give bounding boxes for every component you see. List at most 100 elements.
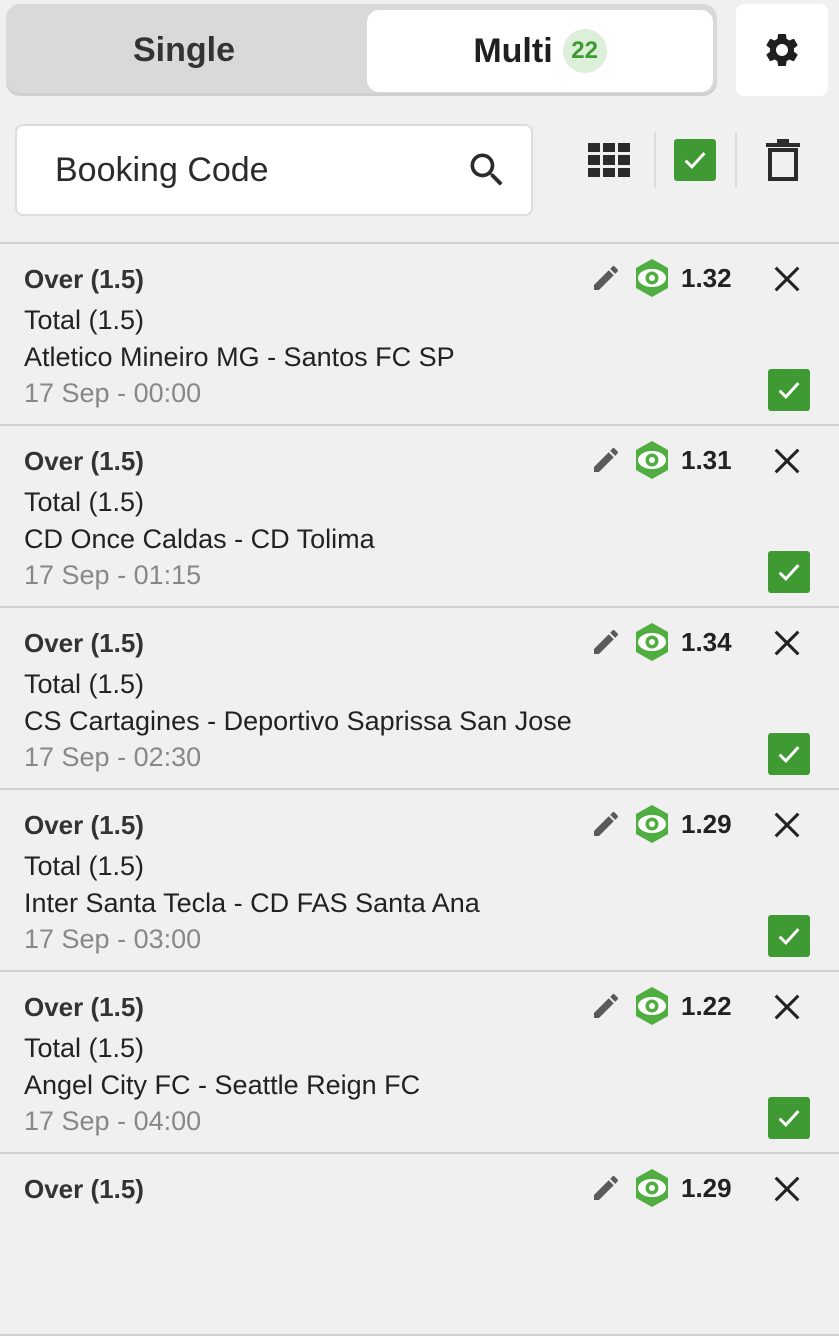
bet-match: CD Once Caldas - CD Tolima: [24, 524, 375, 554]
pencil-icon: [594, 447, 619, 472]
bet-time: 17 Sep - 02:30: [24, 742, 202, 772]
gear-icon: [766, 33, 798, 66]
pencil-icon: [594, 993, 619, 1018]
close-icon: [774, 266, 800, 292]
edit-button[interactable]: [590, 990, 622, 1027]
tab-single-label: Single: [132, 30, 236, 69]
close-icon: [774, 448, 800, 474]
bet-select-checkbox[interactable]: [768, 369, 810, 411]
tab-multi-label: Multi: [473, 31, 553, 70]
checkbox-checked-icon: [768, 551, 810, 593]
eye-icon: [636, 623, 668, 661]
remove-bet-button[interactable]: [770, 1172, 804, 1211]
bet-pick: Over (1.5): [24, 628, 144, 658]
tab-single[interactable]: Single: [6, 4, 362, 96]
betslip-header: Single Multi 22: [0, 0, 839, 240]
bet-odds: 1.29: [681, 1173, 732, 1203]
bet-pick: Over (1.5): [24, 446, 144, 476]
bet-row: Over (1.5) Total (1.5) CS Cartagines - D…: [0, 608, 839, 790]
live-view-button[interactable]: [632, 258, 672, 303]
checkbox-checked-icon: [768, 915, 810, 957]
delete-all-button[interactable]: [760, 130, 806, 190]
checkbox-checked-icon: [768, 369, 810, 411]
pencil-icon: [594, 629, 619, 654]
bet-odds: 1.22: [681, 991, 732, 1021]
bet-market: Total (1.5): [24, 669, 145, 699]
bet-match: CS Cartagines - Deportivo Saprissa San J…: [24, 706, 572, 736]
select-all-checkbox[interactable]: [673, 130, 717, 190]
search-button[interactable]: [465, 148, 509, 197]
bet-market: Total (1.5): [24, 487, 145, 517]
eye-icon: [636, 805, 668, 843]
betslip-type-toggle: Single Multi 22: [6, 4, 717, 96]
bet-market: Total (1.5): [24, 851, 145, 881]
checkbox-checked-icon: [768, 1097, 810, 1139]
close-icon: [774, 994, 800, 1020]
bet-row: Over (1.5) Total (1.5) Angel City FC - S…: [0, 972, 839, 1154]
bet-select-checkbox[interactable]: [768, 551, 810, 593]
bet-pick: Over (1.5): [24, 264, 144, 294]
grid-icon: [588, 143, 630, 177]
pencil-icon: [594, 1175, 619, 1200]
checkbox-checked-icon: [674, 139, 716, 181]
bet-row: Over (1.5) Total (1.5) Atletico Mineiro …: [0, 244, 839, 426]
bet-select-checkbox[interactable]: [768, 915, 810, 957]
bet-match: Angel City FC - Seattle Reign FC: [24, 1070, 421, 1100]
bet-odds: 1.29: [681, 809, 732, 839]
remove-bet-button[interactable]: [770, 262, 804, 301]
live-view-button[interactable]: [632, 804, 672, 849]
bet-pick: Over (1.5): [24, 1174, 144, 1204]
bet-pick: Over (1.5): [24, 992, 144, 1022]
grid-view-button[interactable]: [586, 130, 632, 190]
bet-time: 17 Sep - 03:00: [24, 924, 202, 954]
bet-time: 17 Sep - 04:00: [24, 1106, 202, 1136]
booking-code-search: [15, 124, 533, 216]
bet-list: Over (1.5) Total (1.5) Atletico Mineiro …: [0, 244, 839, 1336]
live-view-button[interactable]: [632, 440, 672, 485]
close-icon: [774, 1176, 800, 1202]
remove-bet-button[interactable]: [770, 626, 804, 665]
edit-button[interactable]: [590, 808, 622, 845]
bet-time: 17 Sep - 00:00: [24, 378, 202, 408]
bet-match: Inter Santa Tecla - CD FAS Santa Ana: [24, 888, 480, 918]
eye-icon: [636, 1169, 668, 1207]
toolbar-divider: [654, 132, 656, 188]
bet-row: Over (1.5) Total (1.5) Inter Santa Tecla…: [0, 790, 839, 972]
bet-time: 17 Sep - 01:15: [24, 560, 202, 590]
remove-bet-button[interactable]: [770, 808, 804, 847]
close-icon: [774, 630, 800, 656]
pencil-icon: [594, 811, 619, 836]
close-icon: [774, 812, 800, 838]
selection-count-badge: 22: [562, 29, 607, 73]
eye-icon: [636, 259, 668, 297]
bet-market: Total (1.5): [24, 1033, 145, 1063]
live-view-button[interactable]: [632, 1168, 672, 1213]
toolbar-divider: [735, 132, 737, 188]
bet-row: Over (1.5) 1.29: [0, 1154, 839, 1336]
edit-button[interactable]: [590, 1172, 622, 1209]
checkbox-checked-icon: [768, 733, 810, 775]
tab-multi[interactable]: Multi 22: [367, 10, 713, 92]
remove-bet-button[interactable]: [770, 990, 804, 1029]
booking-code-input[interactable]: [55, 150, 435, 190]
eye-icon: [636, 987, 668, 1025]
bet-odds: 1.32: [681, 263, 732, 293]
bet-select-checkbox[interactable]: [768, 1097, 810, 1139]
trash-icon: [766, 139, 800, 181]
pencil-icon: [594, 265, 619, 290]
live-view-button[interactable]: [632, 622, 672, 667]
remove-bet-button[interactable]: [770, 444, 804, 483]
bet-select-checkbox[interactable]: [768, 733, 810, 775]
bet-odds: 1.34: [681, 627, 732, 657]
bet-market: Total (1.5): [24, 305, 145, 335]
live-view-button[interactable]: [632, 986, 672, 1031]
eye-icon: [636, 441, 668, 479]
bet-row: Over (1.5) Total (1.5) CD Once Caldas - …: [0, 426, 839, 608]
settings-button[interactable]: [736, 4, 828, 96]
edit-button[interactable]: [590, 626, 622, 663]
bet-match: Atletico Mineiro MG - Santos FC SP: [24, 342, 455, 372]
bet-pick: Over (1.5): [24, 810, 144, 840]
bet-odds: 1.31: [681, 445, 732, 475]
edit-button[interactable]: [590, 444, 622, 481]
edit-button[interactable]: [590, 262, 622, 299]
